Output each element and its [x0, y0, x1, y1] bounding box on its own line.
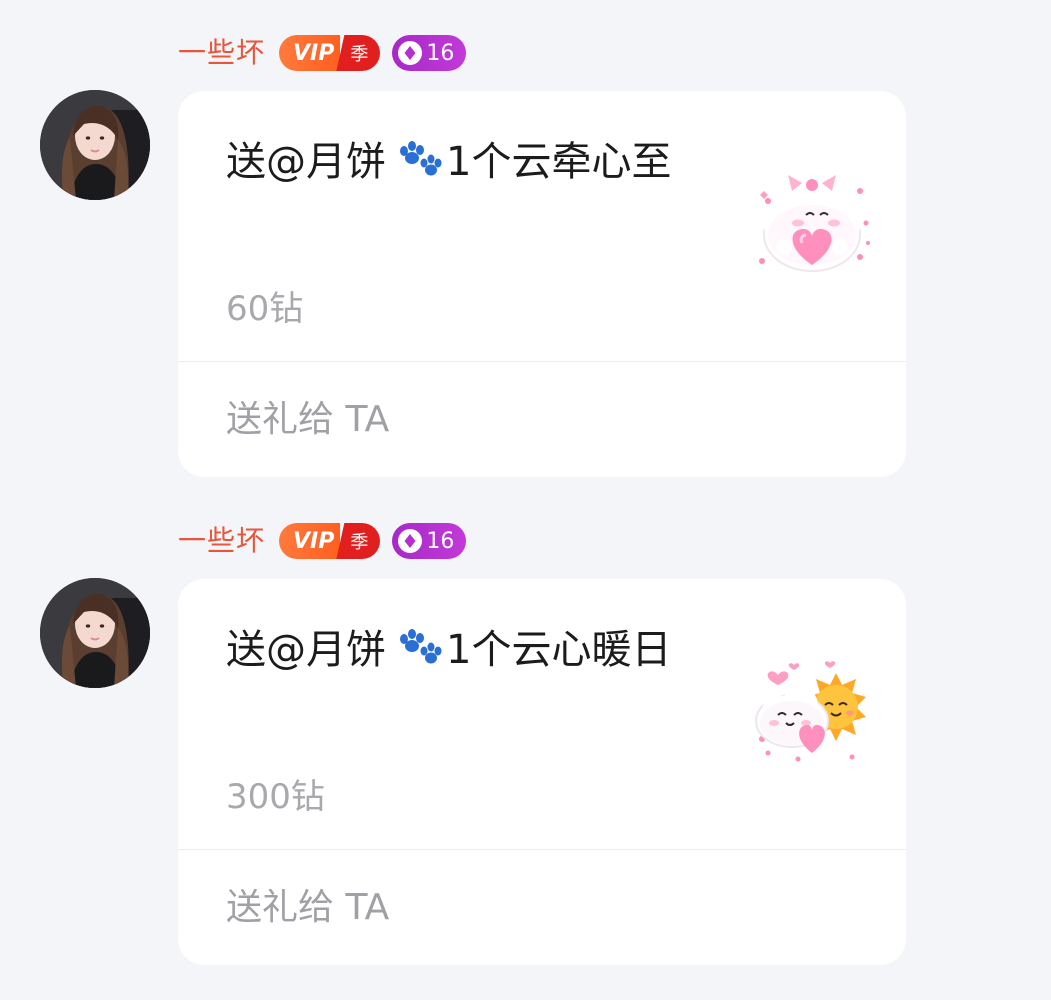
gift-text-suffix: 1个云牵心至 — [446, 139, 672, 185]
gift-image — [748, 649, 878, 779]
sender-info: 一些坏 VIP 季 16 — [178, 33, 467, 73]
send-gift-button[interactable]: 送礼给 TA — [226, 397, 389, 443]
gift-price: 60钻 — [226, 289, 304, 329]
gift-card[interactable]: 送@月饼 1个云心暖日 300钻 送礼给 TA — [178, 579, 906, 965]
avatar[interactable] — [40, 578, 150, 688]
gift-image — [748, 161, 878, 291]
gift-text-prefix: 送@月饼 — [226, 627, 386, 673]
paw-icon — [394, 625, 444, 683]
divider — [178, 849, 906, 850]
vip-badge[interactable]: VIP 季 — [279, 35, 381, 71]
sender-name[interactable]: 一些坏 — [178, 33, 265, 73]
gift-text-prefix: 送@月饼 — [226, 139, 386, 185]
level-number: 16 — [426, 40, 455, 66]
send-gift-button[interactable]: 送礼给 TA — [226, 885, 389, 931]
avatar[interactable] — [40, 90, 150, 200]
gift-description: 送@月饼 1个云心暖日 — [226, 621, 706, 683]
paw-icon — [394, 137, 444, 195]
sender-name[interactable]: 一些坏 — [178, 521, 265, 561]
level-badge[interactable]: 16 — [392, 523, 467, 559]
gift-card[interactable]: 送@月饼 1个云牵心至 60钻 送礼给 TA — [178, 91, 906, 477]
vip-tier: 季 — [336, 35, 381, 71]
level-badge[interactable]: 16 — [392, 35, 467, 71]
level-number: 16 — [426, 528, 455, 554]
divider — [178, 361, 906, 362]
vip-label: VIP — [279, 35, 341, 71]
gift-text-suffix: 1个云心暖日 — [446, 627, 672, 673]
gift-description: 送@月饼 1个云牵心至 — [226, 133, 706, 195]
vip-badge[interactable]: VIP 季 — [279, 523, 381, 559]
vip-label: VIP — [279, 523, 341, 559]
gift-price: 300钻 — [226, 777, 325, 817]
sender-info: 一些坏 VIP 季 16 — [178, 521, 467, 561]
diamond-icon — [398, 529, 423, 553]
diamond-icon — [398, 41, 423, 65]
vip-tier: 季 — [336, 523, 381, 559]
